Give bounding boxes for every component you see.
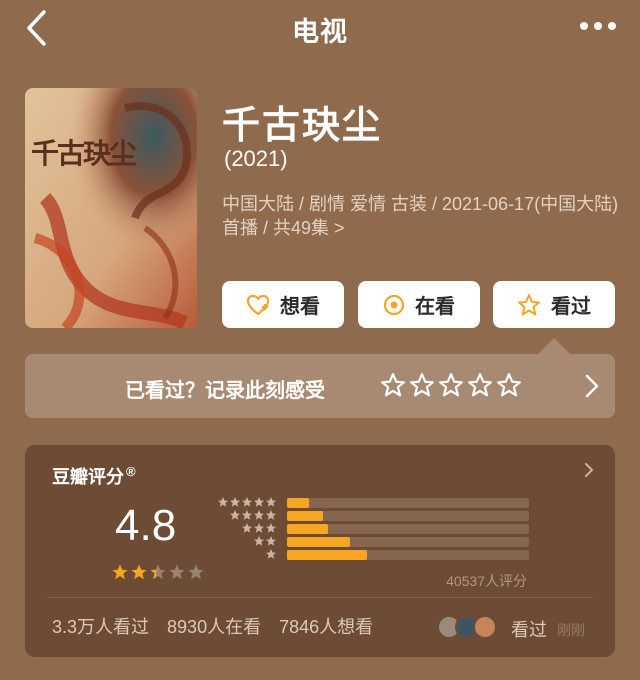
histogram-stars: [217, 496, 277, 508]
star-small-icon: [266, 549, 276, 559]
star-small-icon: [230, 497, 240, 507]
time-label: 刚刚: [557, 622, 585, 638]
chevron-right-icon: [585, 463, 593, 477]
watching-button[interactable]: 在看: [358, 281, 480, 328]
histogram-row-3-star: [217, 522, 537, 534]
movie-year: (2021): [224, 146, 288, 171]
histogram-stars: [265, 548, 277, 560]
registered-mark: ®: [126, 464, 136, 479]
star-4-button[interactable]: [467, 372, 493, 403]
friend-avatars[interactable]: [437, 615, 507, 639]
star-outline-icon: [410, 373, 434, 397]
star-small-icon: [266, 523, 276, 533]
histogram-track: [287, 550, 529, 560]
histogram-bar: [287, 511, 324, 521]
histogram-track: [287, 498, 529, 508]
star-small-icon: [266, 497, 276, 507]
star-small-icon: [266, 536, 276, 546]
rating-score: 4.8: [115, 501, 177, 550]
watching-count: 8930人在看: [167, 617, 262, 637]
watched-label: 看过: [551, 296, 591, 318]
movie-title: 千古玦尘: [222, 105, 383, 147]
star-empty-icon: [169, 564, 185, 580]
star-small-icon: [266, 510, 276, 520]
more-dots-icon: [580, 22, 616, 30]
star-half-icon: [150, 564, 166, 580]
record-feeling-panel[interactable]: 已看过？记录此刻感受: [25, 354, 615, 418]
poster-image[interactable]: 千古玦尘: [25, 88, 197, 328]
star-small-icon: [242, 523, 252, 533]
star-small-icon: [230, 510, 240, 520]
avatar: [473, 615, 497, 639]
friends-watched-label: 看过: [511, 620, 547, 640]
panel-pointer: [538, 338, 570, 354]
star-3-button[interactable]: [438, 372, 464, 403]
histogram-row-4-star: [217, 509, 537, 521]
star-small-icon: [242, 510, 252, 520]
more-button[interactable]: [578, 16, 618, 36]
star-1-button[interactable]: [380, 372, 406, 403]
movie-meta-link[interactable]: 中国大陆 / 剧情 爱情 古装 / 2021-06-17(中国大陆)首播 / 共…: [222, 192, 622, 240]
score-stars: [111, 563, 205, 581]
histogram-stars: [229, 509, 277, 521]
target-icon: [383, 294, 405, 315]
histogram-bar: [287, 524, 329, 534]
star-small-icon: [218, 497, 228, 507]
star-outline-icon: [468, 373, 492, 397]
star-5-button[interactable]: [496, 372, 522, 403]
record-prompt: 已看过？记录此刻感受: [125, 380, 325, 402]
star-filled-icon: [112, 564, 128, 580]
star-2-button[interactable]: [409, 372, 435, 403]
rating-stars-input[interactable]: [380, 372, 522, 403]
chevron-right-icon: [585, 374, 599, 398]
page-title: 电视: [292, 17, 348, 47]
star-outline-icon: [439, 373, 463, 397]
divider: [47, 597, 593, 598]
star-outline-icon: [518, 293, 540, 315]
want-count: 7846人想看: [279, 617, 374, 637]
rating-label-text: 豆瓣评分: [52, 467, 124, 487]
star-small-icon: [254, 523, 264, 533]
histogram-track: [287, 511, 529, 521]
histogram-stars: [253, 535, 277, 547]
star-outline-icon: [497, 373, 521, 397]
audience-stats: 3.3万人看过 8930人在看 7846人想看: [52, 613, 373, 639]
star-small-icon: [254, 510, 264, 520]
histogram-row-5-star: [217, 496, 537, 508]
star-small-icon: [254, 536, 264, 546]
histogram-bar: [287, 537, 350, 547]
douban-rating-card[interactable]: 豆瓣评分 ® 4.8 40537人评分 3.3万人看过 8930人在看 7846人…: [25, 445, 615, 657]
histogram-stars: [241, 522, 277, 534]
watched-count: 3.3万人看过: [52, 617, 150, 637]
histogram-track: [287, 537, 529, 547]
heart-plus-icon: [246, 294, 270, 315]
star-filled-icon: [131, 564, 147, 580]
star-empty-icon: [188, 564, 204, 580]
star-small-icon: [242, 497, 252, 507]
want-to-watch-button[interactable]: 想看: [222, 281, 344, 328]
histogram-row-2-star: [217, 535, 537, 547]
rating-label: 豆瓣评分 ®: [52, 463, 136, 489]
watching-label: 在看: [415, 296, 455, 318]
watched-button[interactable]: 看过: [493, 281, 615, 328]
histogram-row-1-star: [217, 548, 537, 560]
rating-count: 40537人评分: [446, 573, 527, 589]
histogram-track: [287, 524, 529, 534]
want-label: 想看: [280, 296, 320, 318]
histogram-bar: [287, 498, 309, 508]
star-small-icon: [254, 497, 264, 507]
poster-art: [25, 88, 197, 328]
top-bar: 电视: [0, 0, 640, 60]
star-outline-icon: [381, 373, 405, 397]
histogram-bar: [287, 550, 367, 560]
poster-title-art: 千古玦尘: [31, 137, 137, 170]
